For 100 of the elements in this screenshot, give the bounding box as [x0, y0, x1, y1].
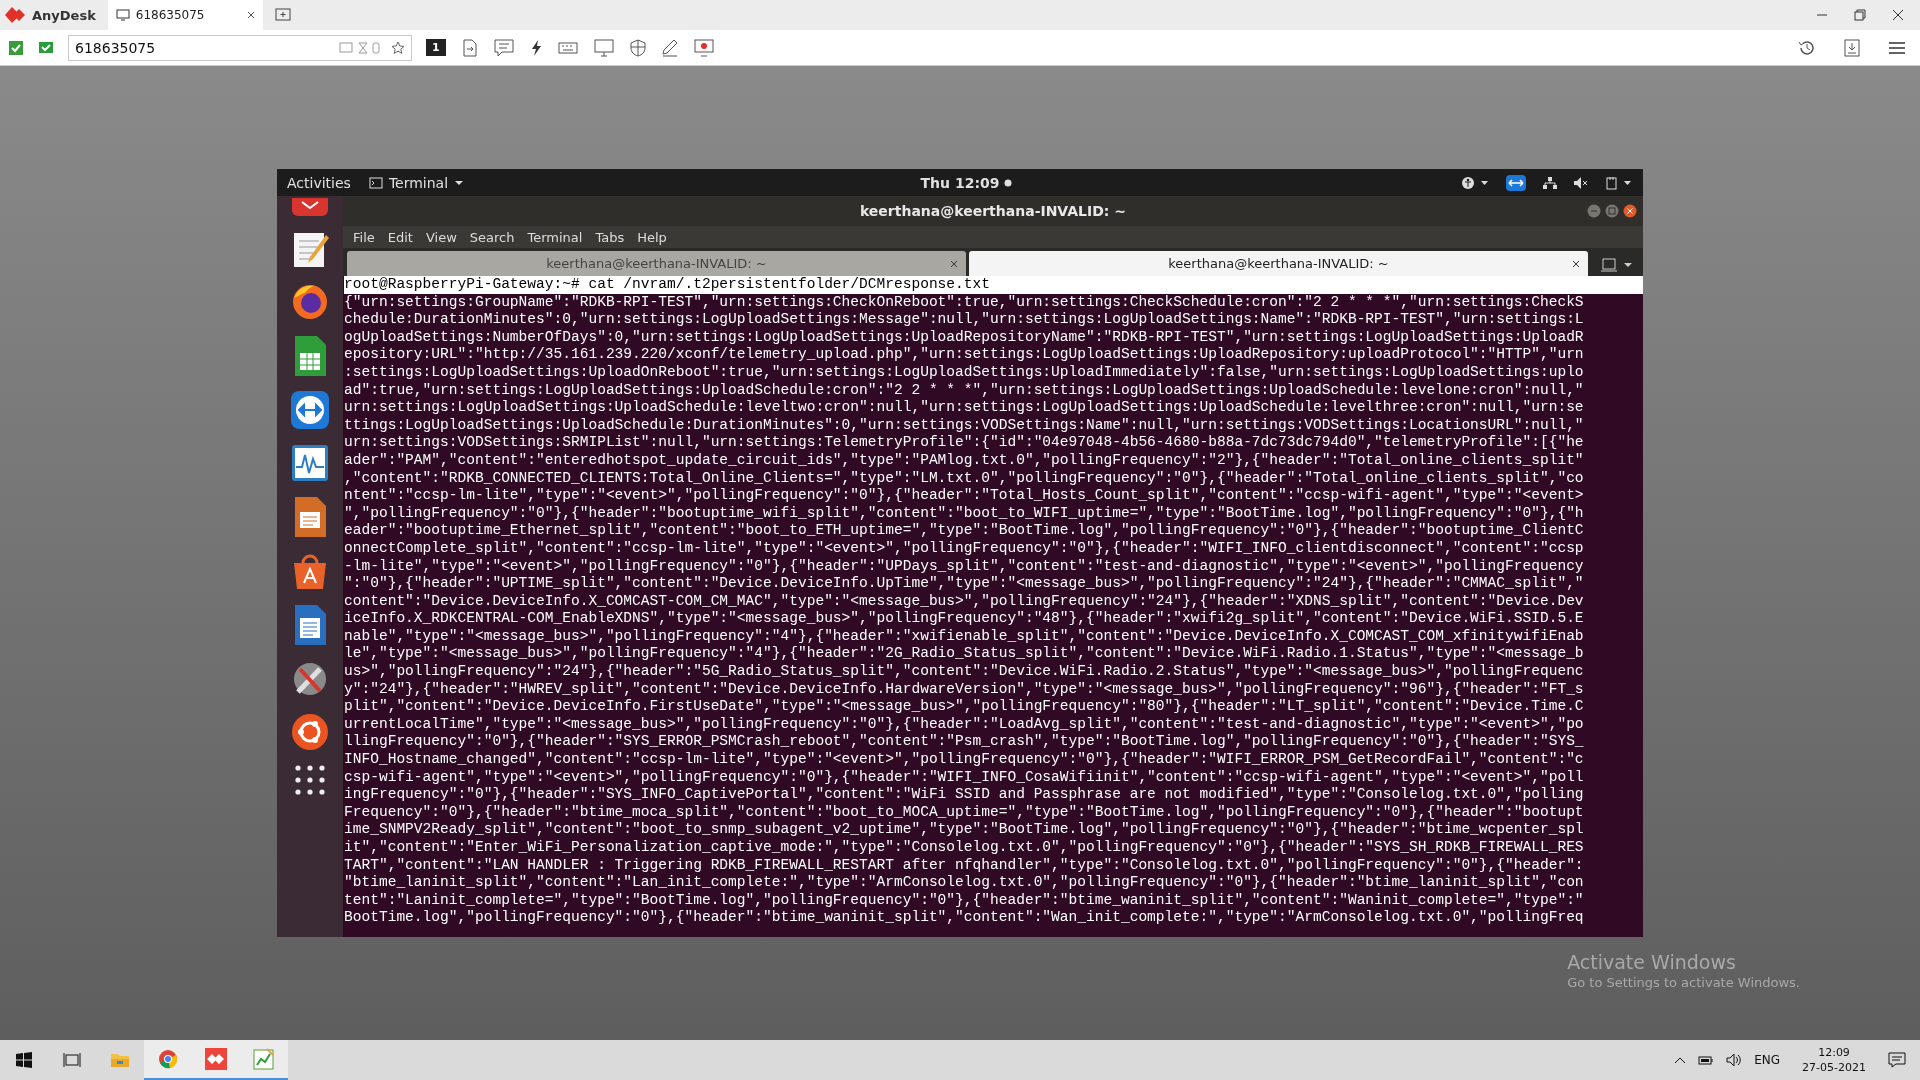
chevron-up-icon[interactable]	[1674, 1056, 1687, 1064]
app-icon[interactable]	[290, 198, 330, 216]
terminal-output-line: chedule:DurationMinutes":0,"urn:settings:LogUploadSettings:Message":null,"urn:settings:LogUploadSettings:Name":"RDKB-RPI-TEST","urn:settings:L	[344, 311, 1585, 329]
pen-icon[interactable]	[661, 38, 678, 57]
close-icon[interactable]	[1892, 9, 1904, 21]
system-monitor-icon[interactable]	[290, 443, 330, 483]
windows-start-icon[interactable]	[16, 1052, 32, 1068]
terminal-output-line: le","type":"<message_bus>","pollingFrequency":"4"},{"header":"2G_Radio_Status_split","content":"Device.WiFi.Radio.1.Status","type":"<message_b	[344, 645, 1585, 664]
terminal-output-line: ","pollingFrequency":"0"},{"header":"bootuptime_wifi_split","content":"boot_to_WIFI_uptime=","type":"BootTime.log","pollingFrequency":"0"},{"h	[344, 504, 1585, 523]
minimize-icon[interactable]	[1587, 204, 1601, 218]
terminal-output-line: Frequency":"0"},{"header":"btime_moca_split","content":"boot_to_MOCA_uptime=","type":"BootTime.log","pollingFrequency":"0"},{"header":"bootupt	[344, 803, 1585, 822]
terminal-output-line: iceInfo.X_RDKCENTRAL-COM_EnableXDNS","type":"<message_bus>","pollingFrequency":"48"},{"header":"xwifi2g_split","content":"Device.WiFi.SSID.5.E	[344, 610, 1585, 628]
ubuntu-logo-icon[interactable]	[290, 712, 330, 752]
clock[interactable]: Thu 12:09	[920, 174, 1000, 191]
task-view-icon[interactable]	[63, 1052, 81, 1068]
anydesk-logo-icon	[4, 5, 26, 25]
app-name: AnyDesk	[32, 7, 96, 23]
terminal-output-line: plit","content":"Device.DeviceInfo.FirstUseDate","type":"<message_bus>","pollingFrequency":"80"},{"header":"LT_split","content":"Device.Time.C	[344, 698, 1585, 716]
record-icon[interactable]	[693, 38, 714, 57]
network-icon[interactable]	[1543, 175, 1557, 190]
menu-icon[interactable]	[1888, 40, 1906, 55]
terminal-output-line: -lm-lite","type":"<event>","pollingFrequency":"0"},{"header":"UPDays_split","content":"test-and-diagnostic","type":"<event>","pollingFrequency	[344, 557, 1585, 576]
connection-status-icon[interactable]	[8, 39, 24, 56]
close-icon[interactable]	[1623, 204, 1637, 218]
menu-item[interactable]: Tabs	[595, 229, 625, 245]
caret-icon[interactable]	[454, 179, 465, 186]
terminal-output-line: "btime_laninit_split","content":"Lan_init_complete:","type":"ArmConsolelog.txt.0","pollingFrequency":"0"},{"header":"btime_laninit_split","con	[344, 874, 1585, 892]
terminal-output-line: ader":"PAM","content":"enteredhotspot_update_circuit_ids","type":"PAMlog.txt.0","pollingFrequency":"2"},{"header":"Total_online_clients_split"	[344, 451, 1585, 470]
notification-icon[interactable]	[1888, 1052, 1906, 1068]
terminal-output-line: urrentLocalTime","type":"<message_bus>","pollingFrequency":"0"},{"header":"LoadAvg_split","content":"test-and-diagnostic","type":"<event>","po	[344, 715, 1585, 734]
terminal-output-line: urn:settings:LogUploadSettings:UploadSchedule:leveltwo:cron":null,"urn:settings:LogUploadSettings:UploadSchedule:levelthree:cron":null,"urn:se	[344, 399, 1585, 417]
terminal-output-line: llingFrequency":"0"},{"header":"SYS_ERROR_PSMCrash_reboot","content":"Psm_crash","type":"BootTime.log","pollingFrequency":"0"},{"header":"SYS_	[344, 733, 1585, 752]
teamviewer-icon[interactable]	[290, 390, 330, 430]
terminal-output-line: ime_SNMPV2Ready_split","content":"boot_to_snmp_subagent_v2_uptime","type":"BootTime.log","pollingFrequency":"0"},{"header":"btime_wcpenter_spl	[344, 821, 1585, 839]
terminal-output-line: ":"0"},{"header":"UPTIME_split","content":"Device.DeviceInfo.UpTime","type":"<message_bus>","pollingFrequency":"24"},{"header":"CMMAC_split","	[344, 575, 1585, 593]
download-icon[interactable]	[1844, 38, 1860, 57]
app-grid-icon[interactable]	[295, 765, 325, 795]
activation-message: Go to Settings to activate Windows.	[1567, 975, 1800, 990]
menu-item[interactable]: File	[353, 229, 375, 245]
terminal-output-line: ,"content":"RDKB_CONNECTED_CLIENTS:Total_Online_Clients=","type":"LM.txt.0","pollingFrequency":"0"},{"header":"Total_online_clients_split","co	[344, 469, 1585, 488]
activation-title: Activate Windows	[1567, 951, 1737, 973]
menu-item[interactable]: Search	[469, 229, 515, 245]
chart-app-icon[interactable]	[253, 1048, 275, 1070]
terminal-output-line: ttings:LogUploadSettings:UploadSchedule:DurationMinutes":0,"urn:settings:VODSettings:Name":null,"urn:settings:VODSettings:LocationsURL":null,"	[344, 416, 1585, 435]
terminal-output-line: content":"Device.DeviceInfo.X_COMCAST-COM_CM_MAC","type":"<message_bus>","pollingFrequency":"24"},{"header":"XDNS_split","content":"Device.Dev	[344, 592, 1585, 611]
taskbar-date[interactable]: 27-05-2021	[1802, 1060, 1866, 1075]
lightning-icon[interactable]	[529, 38, 542, 57]
activities-button[interactable]: Activities	[287, 174, 351, 191]
dot-icon	[1004, 178, 1012, 187]
accessibility-icon[interactable]	[1461, 175, 1489, 190]
restore-icon[interactable]	[1854, 9, 1866, 21]
menu-item[interactable]: Help	[637, 229, 667, 245]
volume-muted-icon[interactable]	[1573, 175, 1589, 190]
terminal-output-line: {"urn:settings:GroupName":"RDKB-RPI-TEST","urn:settings:CheckOnReboot":true,"urn:settings:CheckSchedule:cron":"2 2 * * *","urn:settings:CheckS	[344, 293, 1585, 312]
chrome-icon[interactable]	[158, 1049, 178, 1069]
terminal-output-line: ogUploadSettings:NumberOfDays":0,"urn:settings:LogUploadSettings:UploadRepositoryName":"RDKB-RPI-TEST","urn:settings:LogUploadSettings:UploadR	[344, 328, 1585, 347]
terminal-tab[interactable]: keerthana@keerthana-INVALID: ~	[347, 251, 966, 276]
menu-item[interactable]: Terminal	[527, 229, 583, 245]
window-title: keerthana@keerthana-INVALID: ~	[859, 203, 1127, 219]
terminal-output-line: BootTime.log","pollingFrequency":"0"},{"header":"btime_waninit_split","content":"Wan_init_complete:","type":"ArmConsolelog.txt.0","pollingFreq	[344, 909, 1585, 927]
teamviewer-icon[interactable]	[1505, 173, 1527, 192]
terminal-output-line: ad":true,"urn:settings:LogUploadSettings:UploadSchedule:cron":"2 2 * * *","urn:settings:LogUploadSettings:UploadSchedule:levelone:cron":null,"	[344, 381, 1585, 400]
taskbar-time[interactable]: 12:09	[1818, 1045, 1850, 1060]
terminal-output-line: onnectComplete_split","content":"ccsp-lm-lite","type":"<event>","pollingFrequency":"0"},{"header":"WIFI_INFO_clientdisconnect","content":"ccsp	[344, 539, 1585, 558]
history-icon[interactable]	[1798, 38, 1816, 57]
session-tab[interactable]: 618635075	[107, 0, 263, 30]
terminal-output-line: y":"24"},{"header":"HWREV_split","content":"Device.DeviceInfo.HardwareVersion","type":"<message_bus>","pollingFrequency":"96"},{"header":"FT_s	[344, 680, 1585, 699]
terminal-output-line: eader":"bootuptime_Ethernet_split","content":"boot_to_ETH_uptime=","type":"BootTime.log","pollingFrequency":"0"},{"header":"bootuptime_ClientC	[344, 522, 1585, 540]
display-button[interactable]: 1	[426, 39, 446, 56]
language-indicator[interactable]: ENG	[1754, 1053, 1781, 1067]
terminal-output-line: TART","content":"LAN HANDLER : Triggering RDKB_FIREWALL_RESTART after nfqhandler","type":"Consolelog.txt.0","pollingFrequency":"0"},{"header":	[344, 856, 1585, 875]
folder-icon[interactable]	[110, 1052, 130, 1068]
terminal-output-line: INFO_Hostname_changed","content":"ccsp-lm-lite","type":"<event>","pollingFrequency":"0"},{"header":"WIFI_ERROR_PSM_GetRecordFail","content":"c	[344, 751, 1585, 769]
star-icon[interactable]	[391, 40, 405, 55]
terminal-output-line: :settings:LogUploadSettings:UploadOnReboot":true,"urn:settings:LogUploadSettings:UploadImmediately":false,"urn:settings:LogUploadSettings:uplo	[344, 363, 1585, 382]
terminal-output-line: tent":"Laninit_complete=","type":"BootTime.log","pollingFrequency":"0"},{"header":"btime_waninit_split","content":"Waninit_complete=","type":"	[344, 891, 1585, 910]
terminal-tab[interactable]: keerthana@keerthana-INVALID: ~	[969, 251, 1588, 276]
terminal-output-line: nable","type":"<message_bus>","pollingFrequency":"4"},{"header":"xwifienable_split","content":"Device.DeviceInfo.X_COMCAST_COM_xfinitywifiEnab	[344, 627, 1585, 646]
file-transfer-icon[interactable]	[461, 38, 478, 57]
terminal-output-line: urn:settings:VODSettings:SRMIPList":null,"urn:settings:TelemetryProfile":{"id":"04e97048-4b56-4680-b88a-7dc73dc794d0","telemetryProfile":[{"he	[344, 434, 1585, 452]
caret-icon[interactable]	[1623, 262, 1633, 268]
verified-icon[interactable]	[38, 39, 54, 56]
chat-icon[interactable]	[493, 38, 514, 57]
terminal-icon	[368, 176, 383, 189]
speaker-icon[interactable]	[1726, 1053, 1743, 1067]
terminal-output-line: it","content":"Enter_WiFi_Personalization_captive_mode:","type":"Consolelog.txt.0","pollingFrequency":"0"},{"header":"SYS_SH_RDKB_FIREWALL_RES	[344, 839, 1585, 857]
shield-icon[interactable]	[629, 38, 646, 57]
address-field[interactable]: 618635075	[68, 34, 412, 61]
anydesk-icon[interactable]	[205, 1048, 227, 1070]
terminal-output-line: ntent":"ccsp-lm-lite","type":"<event>","pollingFrequency":"0"},{"header":"Total_Hosts_Count_split","content":"ccsp-wifi-agent","type":"<event>	[344, 487, 1585, 505]
close-icon[interactable]	[1572, 259, 1580, 268]
terminal-output-line: csp-wifi-agent","type":"<event>","pollingFrequency":"0"},{"header":"WIFI_INFO_CosaWifiinit","content":"ccsp-wifi-agent","type":"<event>","poll	[344, 768, 1585, 787]
firefox-icon[interactable]	[290, 282, 330, 322]
terminal-output-line: us>","pollingFrequency":"24"},{"header":"5G_Radio_Status_split","content":"Device.WiFi.Radio.2.Status","type":"<message_bus>","pollingFrequenc	[344, 663, 1585, 681]
menu-item[interactable]: View	[425, 229, 457, 245]
terminal-output-line: epository:URL":"http://35.161.239.220/xconf/telemetry_upload.php","urn:settings:LogUploadSettings:UploadRepository:uploadProtocol":"HTTP","urn	[344, 346, 1585, 364]
close-icon[interactable]	[246, 11, 255, 19]
app-menu[interactable]: Terminal	[388, 174, 449, 191]
menu-item[interactable]: Edit	[387, 229, 413, 245]
battery-icon[interactable]	[1698, 1054, 1715, 1066]
